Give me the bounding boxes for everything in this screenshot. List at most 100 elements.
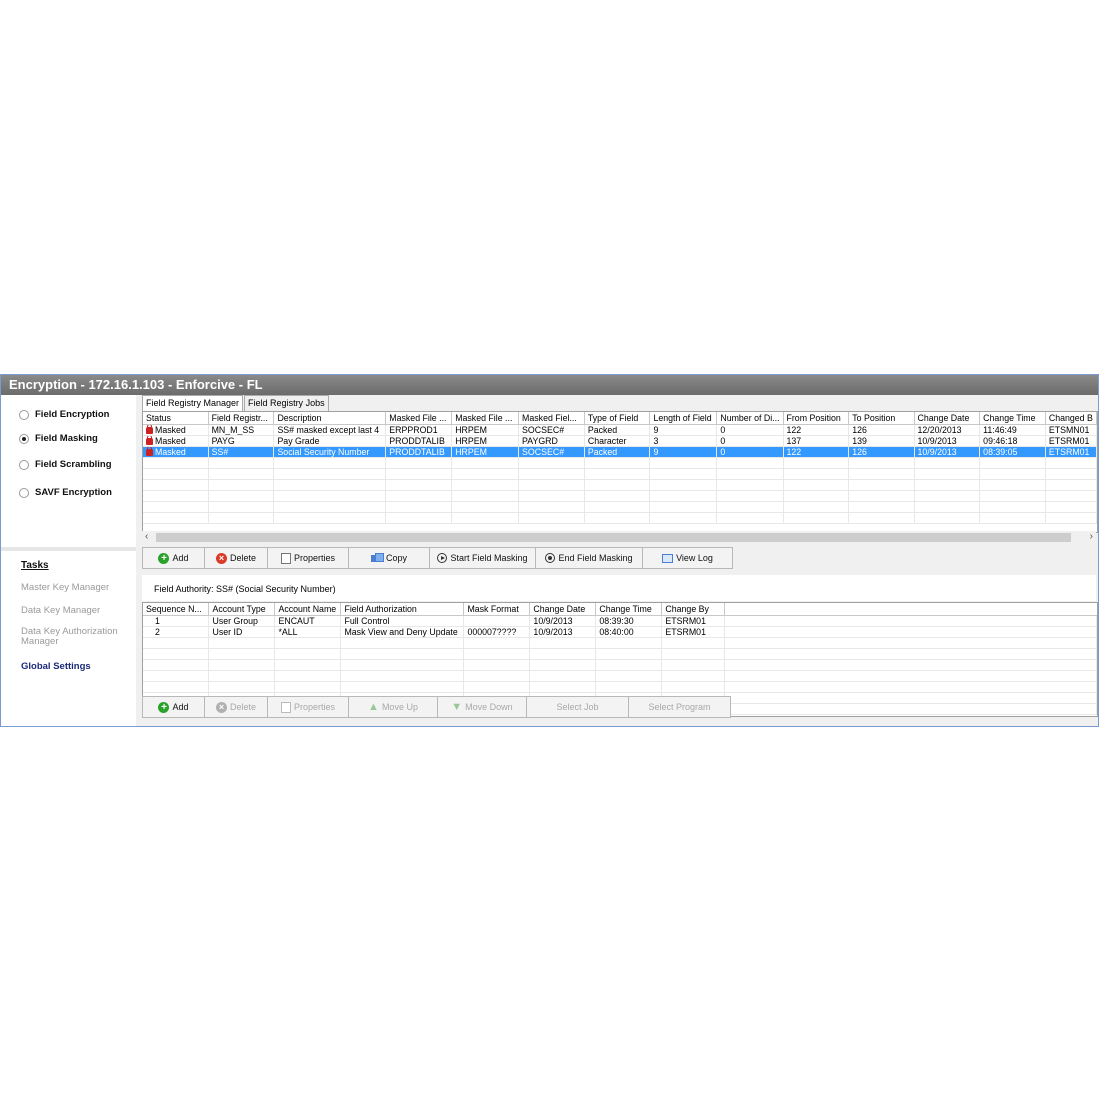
scroll-left-icon[interactable]: ‹ — [145, 531, 148, 543]
column-header[interactable]: Masked File ... — [385, 412, 453, 425]
column-header[interactable]: Sequence N... — [143, 603, 210, 616]
divider — [1, 547, 136, 551]
column-header[interactable]: Number of Di... — [716, 412, 784, 425]
column-header[interactable]: Masked Fiel... — [518, 412, 585, 425]
table-cell: HRPEM — [451, 446, 520, 458]
properties-button[interactable]: Properties — [267, 547, 349, 569]
add-authority-button[interactable]: + Add — [142, 696, 205, 718]
mode-label: Field Masking — [35, 433, 98, 444]
column-header[interactable]: From Position — [783, 412, 850, 425]
task-data-key-authorization-manager[interactable]: Data Key Authorization Manager — [21, 627, 131, 647]
horizontal-scrollbar[interactable]: ‹ › — [142, 531, 1096, 543]
delete-button[interactable]: × Delete — [204, 547, 268, 569]
add-button[interactable]: + Add — [142, 547, 205, 569]
column-header[interactable]: Change Time — [979, 412, 1046, 425]
column-header[interactable]: Field Authorization — [340, 603, 465, 616]
copy-button[interactable]: Copy — [348, 547, 430, 569]
column-header[interactable]: Status — [143, 412, 209, 425]
table-cell: SS# masked except last 4 — [273, 424, 387, 436]
move-down-button[interactable]: ▼ Move Down — [437, 696, 527, 718]
lock-icon — [146, 435, 153, 445]
table-cell: PAYG — [208, 435, 275, 447]
mode-field-masking[interactable]: Field Masking — [19, 433, 98, 444]
column-header[interactable]: Change Time — [595, 603, 663, 616]
table-row[interactable]: 2 User ID *ALL Mask View and Deny Update… — [143, 626, 1097, 638]
empty-row — [143, 501, 1097, 513]
encryption-window: Encryption - 172.16.1.103 - Enforcive - … — [0, 374, 1099, 727]
table-cell: 2 — [143, 626, 210, 638]
tasks-heading: Tasks — [21, 560, 49, 571]
delete-authority-button[interactable]: × Delete — [204, 696, 268, 718]
column-header[interactable]: Type of Field — [584, 412, 651, 425]
left-pane: Field Encryption Field Masking Field Scr… — [1, 395, 136, 726]
move-up-button[interactable]: ▲ Move Up — [348, 696, 438, 718]
table-cell: 10/9/2013 — [914, 446, 981, 458]
table-cell: ETSMN01 — [1045, 424, 1097, 436]
table-cell — [724, 626, 1097, 638]
table-row-selected[interactable]: Masked SS# Social Security Number PRODDT… — [143, 446, 1097, 458]
table-row[interactable]: Masked MN_M_SS SS# masked except last 4 … — [143, 424, 1097, 436]
column-header[interactable]: Changed B — [1045, 412, 1097, 425]
column-header[interactable]: Field Registr... — [208, 412, 275, 425]
add-icon: + — [158, 701, 170, 713]
column-header[interactable]: Account Type — [208, 603, 276, 616]
select-program-button[interactable]: Select Program — [628, 696, 731, 718]
arrow-down-icon: ▼ — [451, 701, 463, 713]
table-cell: MN_M_SS — [208, 424, 275, 436]
scrollbar-thumb[interactable] — [156, 533, 1071, 542]
scroll-right-icon[interactable]: › — [1090, 531, 1093, 543]
column-header[interactable]: Account Name — [274, 603, 342, 616]
column-header[interactable]: Masked File ... — [451, 412, 520, 425]
column-header[interactable]: Change Date — [529, 603, 597, 616]
table-cell: 11:46:49 — [979, 424, 1046, 436]
copy-icon — [370, 553, 384, 563]
table-row[interactable]: Masked PAYG Pay Grade PRODDTALIB HRPEM P… — [143, 435, 1097, 447]
table-cell: 10/9/2013 — [529, 615, 597, 627]
properties-icon — [280, 552, 291, 564]
table-cell: Character — [584, 435, 651, 447]
column-header[interactable]: Length of Field — [649, 412, 718, 425]
table-cell: 10/9/2013 — [529, 626, 597, 638]
table-cell: Full Control — [340, 615, 465, 627]
status-cell: Masked — [143, 435, 209, 447]
task-data-key-manager[interactable]: Data Key Manager — [21, 606, 131, 616]
properties-icon — [280, 701, 291, 713]
window-title: Encryption - 172.16.1.103 - Enforcive - … — [1, 375, 1098, 395]
column-header[interactable]: To Position — [848, 412, 915, 425]
radio-icon — [19, 487, 29, 498]
status-cell: Masked — [143, 424, 209, 436]
mode-savf-encryption[interactable]: SAVF Encryption — [19, 487, 112, 498]
start-field-masking-button[interactable]: Start Field Masking — [429, 547, 536, 569]
table-cell: 122 — [783, 424, 850, 436]
tab-field-registry-jobs[interactable]: Field Registry Jobs — [244, 395, 329, 411]
mode-field-encryption[interactable]: Field Encryption — [19, 409, 109, 420]
table-cell: ERPPROD1 — [385, 424, 453, 436]
registry-header-row: Status Field Registr... Description Mask… — [143, 412, 1097, 425]
lock-icon — [146, 424, 153, 434]
table-cell: 000007???? — [463, 626, 531, 638]
column-header[interactable]: Change Date — [914, 412, 981, 425]
select-job-button[interactable]: Select Job — [526, 696, 629, 718]
table-cell: SOCSEC# — [518, 424, 585, 436]
delete-icon: × — [215, 552, 227, 564]
mode-field-scrambling[interactable]: Field Scrambling — [19, 459, 112, 470]
table-cell: 139 — [848, 435, 915, 447]
tab-field-registry-manager[interactable]: Field Registry Manager — [142, 395, 244, 412]
column-header[interactable]: Change By — [661, 603, 726, 616]
table-row[interactable]: 1 User Group ENCAUT Full Control 10/9/20… — [143, 615, 1097, 627]
main-pane: Field Registry Manager Field Registry Jo… — [136, 395, 1098, 726]
empty-row — [143, 670, 1097, 682]
table-cell: Packed — [584, 424, 651, 436]
task-master-key-manager[interactable]: Master Key Manager — [21, 583, 131, 593]
end-field-masking-button[interactable]: End Field Masking — [535, 547, 643, 569]
task-global-settings[interactable]: Global Settings — [21, 662, 131, 672]
registry-table: Status Field Registr... Description Mask… — [143, 412, 1097, 524]
properties-authority-button[interactable]: Properties — [267, 696, 349, 718]
delete-icon: × — [215, 701, 227, 713]
play-icon — [437, 553, 448, 563]
column-header[interactable]: Description — [273, 412, 387, 425]
column-header[interactable]: Mask Format — [463, 603, 531, 616]
view-log-button[interactable]: View Log — [642, 547, 733, 569]
empty-row — [143, 681, 1097, 693]
table-cell: Pay Grade — [273, 435, 387, 447]
